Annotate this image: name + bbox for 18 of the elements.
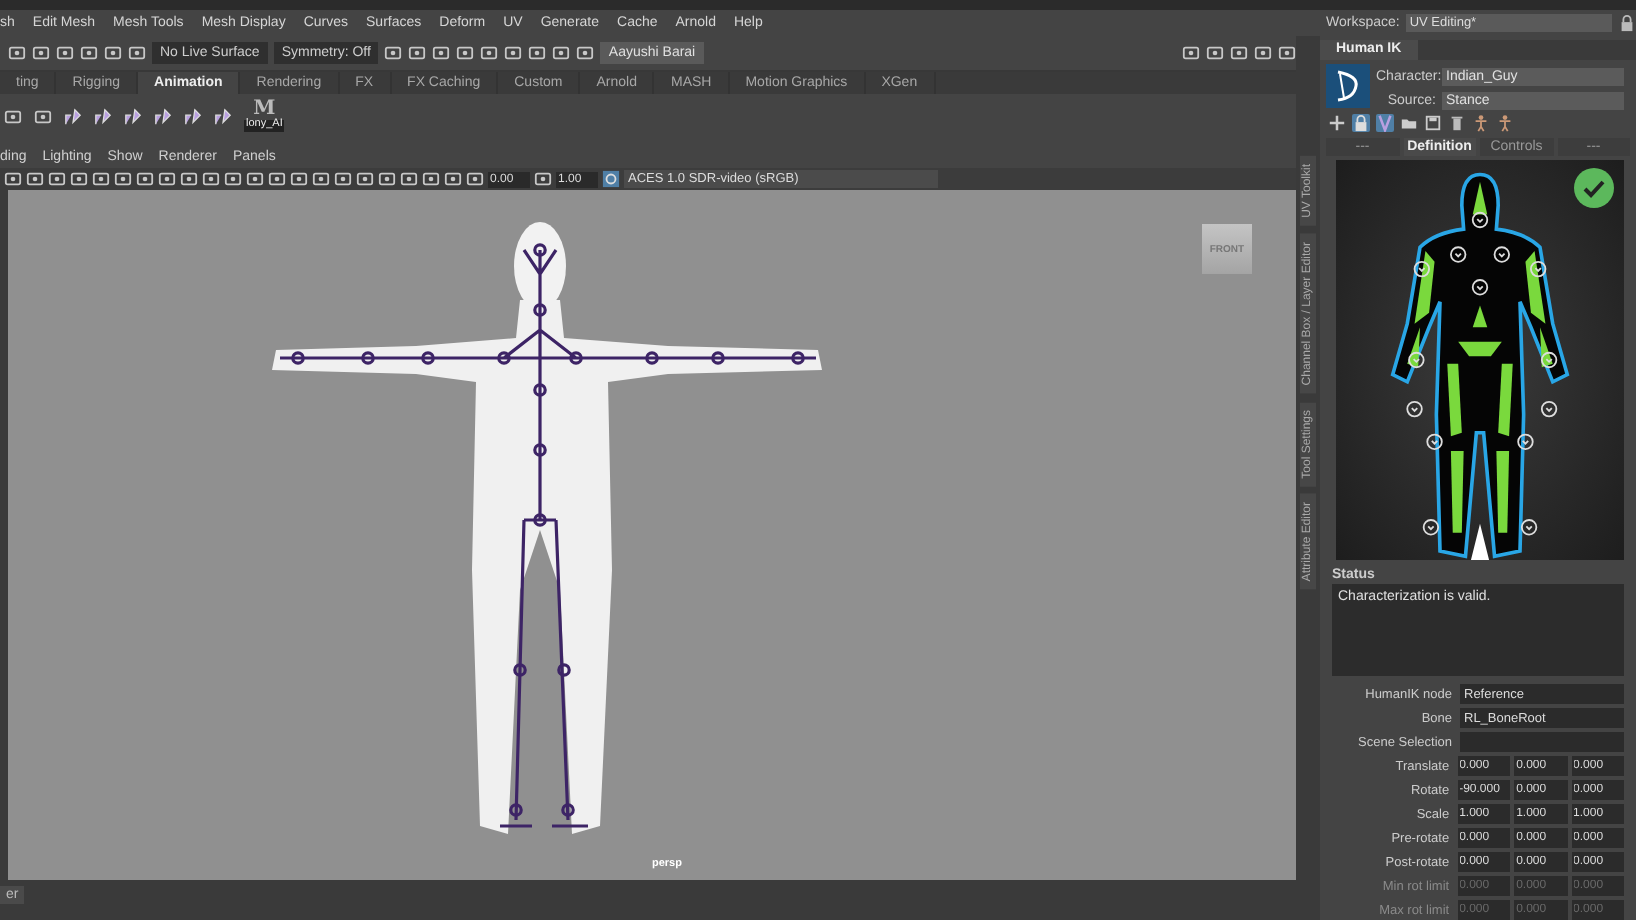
constraint-tool-icon[interactable] [184,107,202,125]
constraint-tool-icon[interactable] [64,107,82,125]
save-icon[interactable] [1424,114,1442,132]
figure-icon[interactable] [1472,114,1490,132]
constraint-tool-icon[interactable] [154,107,172,125]
text-field[interactable] [1460,732,1624,752]
plus-icon[interactable] [1328,114,1346,132]
constraint-tool-icon[interactable] [214,107,232,125]
lock-icon[interactable] [1618,14,1636,32]
figure-icon[interactable] [1496,114,1514,132]
folder-icon[interactable] [1400,114,1418,132]
shelf-logo-icon[interactable]: M [253,100,276,121]
constraint-tool-icon[interactable] [94,107,112,125]
constraint-tool-icon[interactable] [124,107,142,125]
human-ik-logo-icon[interactable] [1326,64,1370,108]
trash-icon[interactable] [1448,114,1466,132]
color-management-icon[interactable] [602,170,620,188]
lock-icon[interactable] [1352,114,1370,132]
